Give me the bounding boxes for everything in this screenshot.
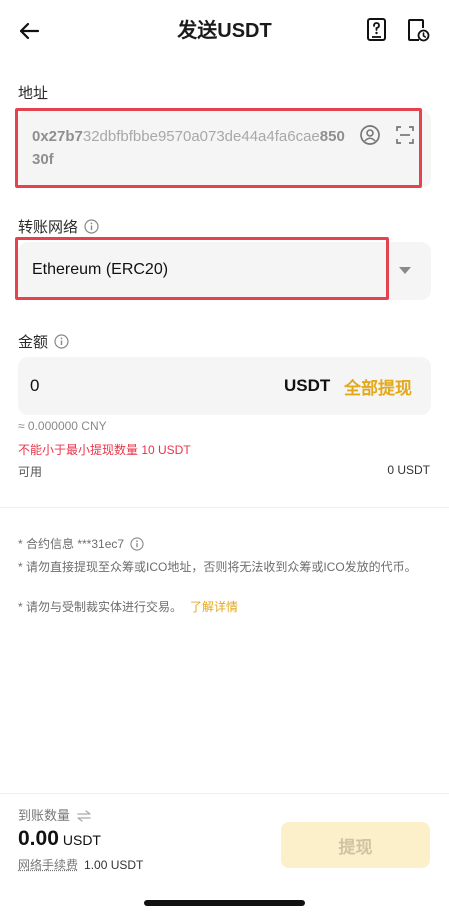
amount-unit: USDT bbox=[284, 376, 331, 395]
amount-label: 金额 bbox=[18, 331, 69, 353]
ico-warning: * 请勿直接提现至众筹或ICO地址，否则将无法收到众筹或ICO发放的代币。 bbox=[18, 560, 417, 574]
available-value: 0 USDT bbox=[387, 463, 430, 477]
network-fee-value: 1.00 USDT bbox=[84, 858, 144, 872]
network-label: 转账网络 bbox=[18, 216, 99, 238]
contract-info: * 合约信息 ***31ec7 bbox=[18, 536, 432, 556]
receive-label: 到账数量 bbox=[18, 805, 92, 825]
amount-label-text: 金额 bbox=[18, 334, 49, 351]
receive-amount: 0.00 USDT bbox=[18, 827, 101, 851]
history-button[interactable] bbox=[405, 17, 431, 43]
divider bbox=[0, 507, 449, 508]
info-icon[interactable] bbox=[84, 219, 99, 238]
network-fee: 网络手续费 1.00 USDT bbox=[18, 856, 143, 873]
header: 发送USDT bbox=[0, 0, 449, 60]
receive-amount-unit: USDT bbox=[62, 832, 101, 848]
address-label: 地址 bbox=[18, 85, 49, 102]
withdraw-all-button[interactable]: 全部提现 bbox=[344, 374, 412, 399]
home-indicator bbox=[144, 900, 305, 906]
sanction-warning-text: * 请勿与受制裁实体进行交易。 bbox=[18, 600, 183, 614]
withdraw-button[interactable]: 提现 bbox=[281, 822, 430, 868]
contract-info-text: * 合约信息 ***31ec7 bbox=[18, 537, 125, 551]
caret-down-icon bbox=[399, 267, 411, 274]
history-document-icon bbox=[408, 19, 430, 42]
amount-field[interactable]: 0 USDT 全部提现 bbox=[18, 357, 431, 415]
info-icon[interactable] bbox=[54, 334, 69, 353]
network-highlight-frame bbox=[15, 237, 389, 300]
info-icon[interactable] bbox=[130, 537, 145, 556]
amount-input-value[interactable]: 0 bbox=[30, 376, 39, 396]
help-document-icon bbox=[367, 18, 386, 41]
receive-amount-value: 0.00 bbox=[18, 827, 59, 850]
cny-estimate: ≈ 0.000000 CNY bbox=[18, 419, 107, 433]
help-button[interactable] bbox=[364, 17, 390, 43]
swap-icon[interactable] bbox=[76, 810, 92, 825]
network-fee-label: 网络手续费 bbox=[18, 858, 79, 872]
network-label-text: 转账网络 bbox=[18, 219, 79, 236]
receive-label-text: 到账数量 bbox=[18, 808, 71, 823]
available-label: 可用 bbox=[18, 465, 43, 479]
address-highlight-frame bbox=[15, 108, 422, 188]
sanction-warning: * 请勿与受制裁实体进行交易。 了解详情 bbox=[18, 599, 432, 616]
footer-divider bbox=[0, 793, 449, 794]
min-amount-warning: 不能小于最小提现数量 10 USDT bbox=[18, 443, 191, 457]
learn-more-link[interactable]: 了解详情 bbox=[190, 600, 238, 614]
